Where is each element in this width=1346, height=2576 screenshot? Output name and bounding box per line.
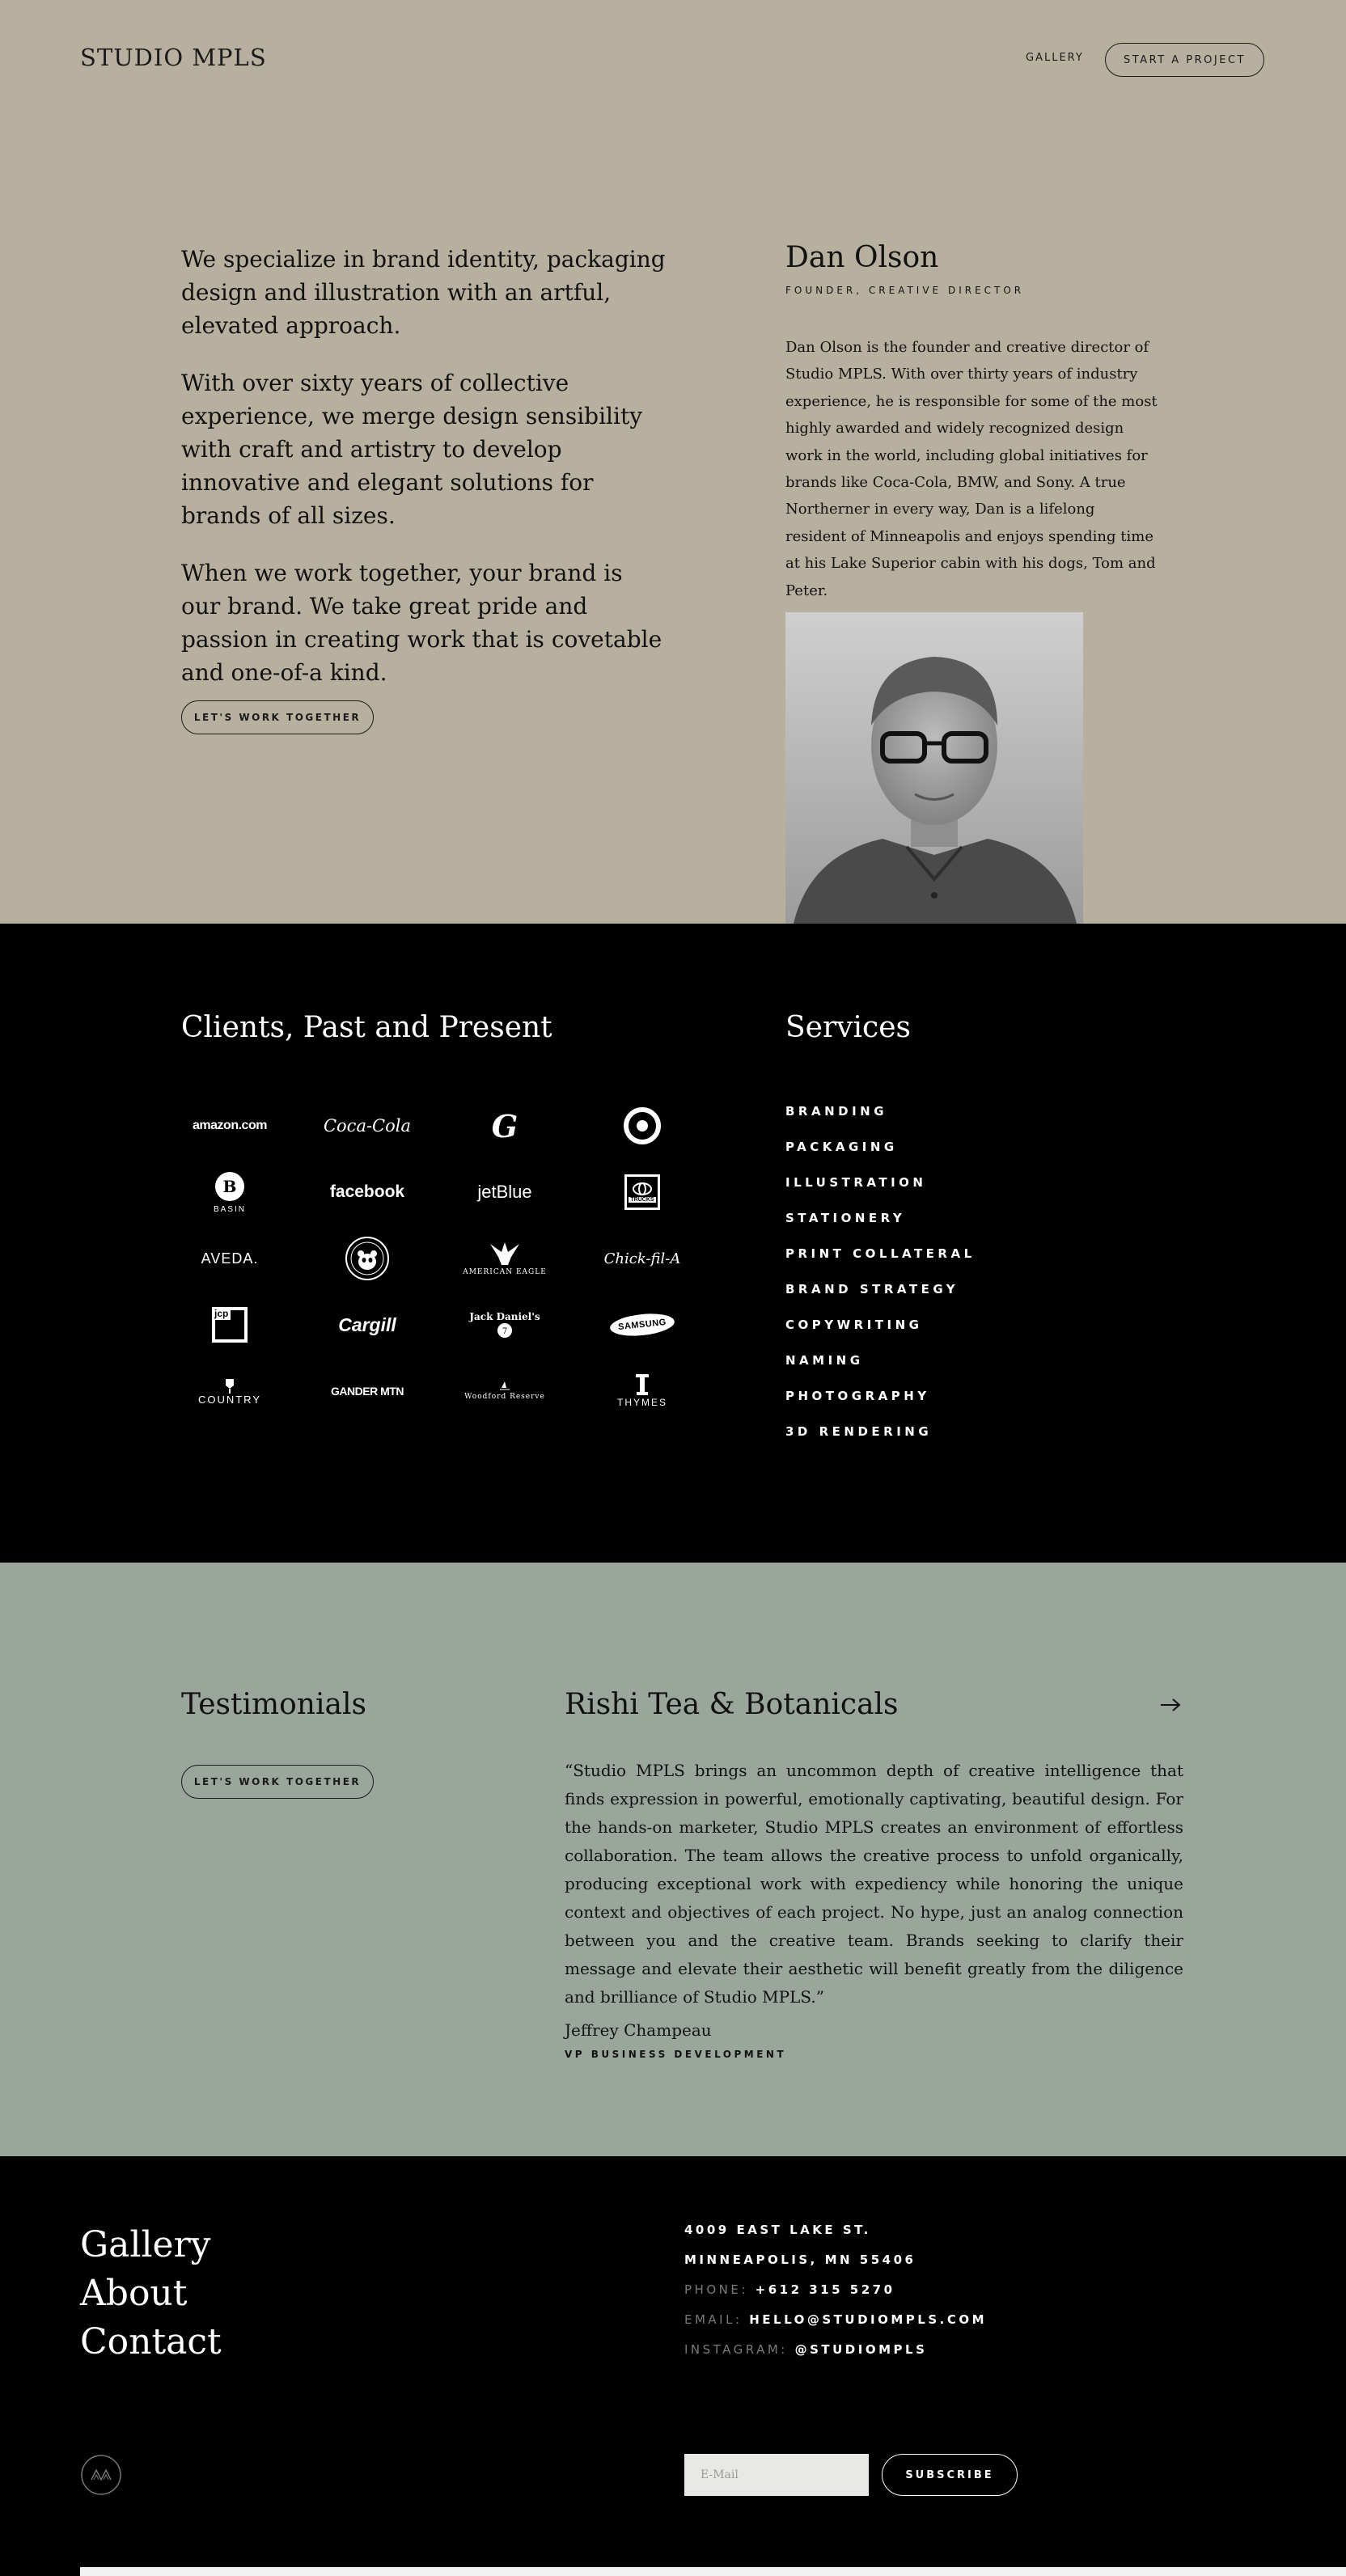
email-label: EMAIL:	[684, 2312, 743, 2327]
services-title: Services	[785, 1011, 911, 1044]
jack-daniels-logo: Jack Daniel's 7	[469, 1311, 540, 1338]
cargill-logo: Cargill	[338, 1313, 396, 1335]
aveda-logo: AVEDA.	[201, 1250, 259, 1267]
jcpenney-logo: jcp	[181, 1302, 278, 1347]
service-item: PRINT COLLATERAL	[785, 1246, 976, 1261]
founder-portrait	[785, 612, 1083, 924]
service-item: NAMING	[785, 1353, 864, 1368]
svg-text:7: 7	[502, 1327, 507, 1336]
intro-text: We specialize in brand identity, packagi…	[181, 243, 667, 713]
basin-logo: B BASIN	[181, 1170, 278, 1215]
jetblue-logo: jetBlue	[477, 1182, 532, 1202]
clients-title: Clients, Past and Present	[181, 1011, 552, 1044]
instagram-handle[interactable]: @STUDIOMPLS	[795, 2342, 928, 2357]
phone-number[interactable]: +612 315 5270	[756, 2282, 895, 2297]
email-address[interactable]: HELLO@STUDIOMPLS.COM	[749, 2312, 987, 2327]
subscribe-button[interactable]: SUBSCRIBE	[882, 2454, 1018, 2496]
footer-section: Gallery About Contact 4009 EAST LAKE ST.…	[0, 2156, 1346, 2576]
service-item: ILLUSTRATION	[785, 1175, 927, 1190]
bio-role: FOUNDER, CREATIVE DIRECTOR	[785, 285, 1025, 296]
woodford-reserve-logo: Woodford Reserve	[456, 1368, 553, 1414]
service-item: PACKAGING	[785, 1140, 898, 1154]
bio-name: Dan Olson	[785, 241, 939, 274]
next-arrow-icon[interactable]	[1159, 1697, 1182, 1713]
intro-paragraph-3: When we work together, your brand is our…	[181, 560, 662, 686]
footer-link-contact[interactable]: Contact	[80, 2318, 222, 2367]
amazon-logo: amazon.com	[193, 1119, 267, 1132]
footer-link-gallery[interactable]: Gallery	[80, 2221, 222, 2269]
country-inns-logo: COUNTRY	[181, 1368, 278, 1414]
svg-text:B: B	[223, 1177, 237, 1196]
service-item: COPYWRITING	[785, 1318, 923, 1332]
work-together-button[interactable]: LET'S WORK TOGETHER	[181, 700, 374, 734]
wwf-logo	[319, 1236, 416, 1281]
instagram-row: INSTAGRAM: @STUDIOMPLS	[684, 2341, 987, 2371]
intro-paragraph-1: We specialize in brand identity, packagi…	[181, 246, 666, 339]
service-item: STATIONERY	[785, 1211, 906, 1225]
service-item: BRAND STRATEGY	[785, 1282, 959, 1296]
service-item: PHOTOGRAPHY	[785, 1389, 930, 1403]
target-logo	[594, 1103, 691, 1148]
services-list: BRANDING PACKAGING ILLUSTRATION STATIONE…	[785, 1103, 976, 1459]
nav-gallery-link[interactable]: GALLERY	[1026, 52, 1084, 64]
contact-info: 4009 EAST LAKE ST. MINNEAPOLIS, MN 55406…	[684, 2221, 987, 2371]
phone-label: PHONE:	[684, 2282, 748, 2297]
address-line-2: MINNEAPOLIS, MN 55406	[684, 2252, 916, 2267]
gander-mtn-logo: GANDER MTN	[331, 1385, 404, 1398]
footer-nav: Gallery About Contact	[80, 2221, 222, 2367]
studio-mark-icon[interactable]	[80, 2454, 122, 2496]
newsletter-email-input[interactable]	[684, 2454, 869, 2496]
email-row: EMAIL: HELLO@STUDIOMPLS.COM	[684, 2311, 987, 2341]
client-logo-grid: amazon.com Coca-Cola G B BASIN facebook …	[181, 1103, 680, 1419]
testimonials-section: Testimonials LET'S WORK TOGETHER Rishi T…	[0, 1563, 1346, 2156]
service-item: BRANDING	[785, 1104, 888, 1119]
start-project-button[interactable]: START A PROJECT	[1105, 43, 1264, 77]
footer-link-about[interactable]: About	[80, 2269, 222, 2318]
instagram-label: INSTAGRAM:	[684, 2342, 788, 2357]
testimonial-brand: Rishi Tea & Botanicals	[565, 1688, 899, 1721]
coca-cola-logo: Coca-Cola	[323, 1116, 412, 1136]
intro-paragraph-2: With over sixty years of collective expe…	[181, 370, 643, 529]
phone-row: PHONE: +612 315 5270	[684, 2281, 987, 2311]
general-mills-logo: G	[491, 1107, 519, 1144]
thymes-logo: THYMES	[594, 1368, 691, 1414]
site-logo[interactable]: STUDIO MPLS	[80, 44, 267, 71]
work-together-button[interactable]: LET'S WORK TOGETHER	[181, 1765, 374, 1799]
testimonial-author: Jeffrey Champeau	[565, 2020, 712, 2040]
bottom-scrollbar[interactable]	[80, 2567, 1346, 2576]
testimonial-quote: “Studio MPLS brings an uncommon depth of…	[565, 1761, 1183, 2007]
testimonials-title: Testimonials	[181, 1688, 366, 1721]
testimonial-author-role: VP BUSINESS DEVELOPMENT	[565, 2049, 787, 2060]
toyota-trucks-logo: TRUCKS	[594, 1170, 691, 1215]
bio-text: Dan Olson is the founder and creative di…	[785, 339, 1158, 599]
service-item: 3D RENDERING	[785, 1424, 933, 1439]
about-section: STUDIO MPLS GALLERY START A PROJECT We s…	[0, 0, 1346, 924]
clients-section: Clients, Past and Present amazon.com Coc…	[0, 924, 1346, 1563]
facebook-logo: facebook	[329, 1182, 405, 1201]
chick-fil-a-logo: Chick-fil-A	[603, 1250, 681, 1267]
american-eagle-logo: AMERICAN EAGLE	[456, 1236, 553, 1281]
samsung-logo: SAMSUNG	[594, 1302, 691, 1347]
address-line-1: 4009 EAST LAKE ST.	[684, 2223, 871, 2237]
